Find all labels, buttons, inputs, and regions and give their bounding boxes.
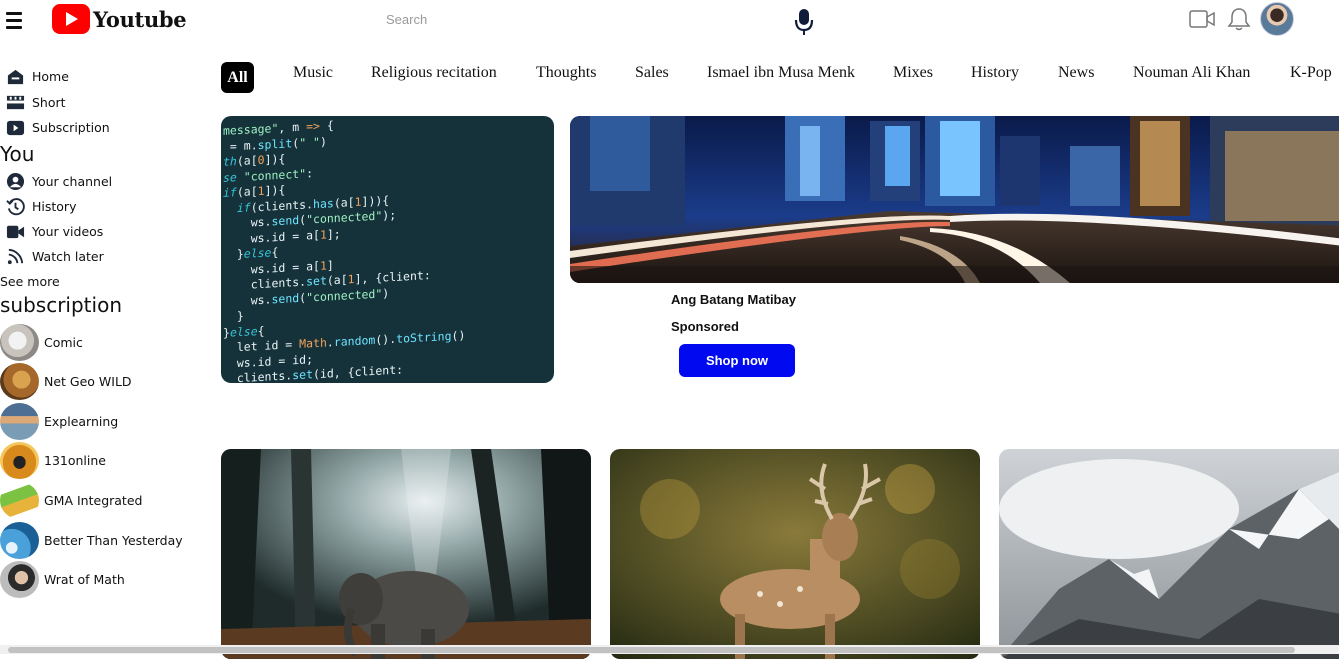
elephant-forest-image: [221, 449, 591, 659]
ad-title: Ang Batang Matibay: [671, 292, 796, 307]
video-thumbnail-mountain[interactable]: [999, 449, 1339, 659]
watch-later-icon: [7, 248, 24, 265]
create-video-icon[interactable]: [1189, 6, 1215, 32]
notifications-bell-icon[interactable]: [1226, 6, 1252, 32]
video-thumbnail-deer[interactable]: [610, 449, 980, 659]
youtube-play-icon: [52, 4, 90, 34]
menu-icon[interactable]: [6, 12, 22, 32]
search-input[interactable]: [380, 6, 792, 32]
channel-avatar: [0, 442, 39, 479]
sidebar-item-label: Subscription: [32, 120, 110, 135]
subscription-item[interactable]: Comic: [0, 324, 83, 361]
subscription-item[interactable]: Explearning: [0, 403, 118, 440]
subscription-item[interactable]: GMA Integrated: [0, 482, 142, 519]
subscription-label: GMA Integrated: [44, 493, 143, 508]
subscription-item[interactable]: Better Than Yesterday: [0, 522, 183, 559]
history-icon: [6, 198, 25, 216]
channel-avatar: [0, 482, 39, 519]
subscription-heading: subscription: [0, 293, 122, 317]
subscription-label: Comic: [44, 335, 83, 350]
sidebar-item-label: History: [32, 199, 77, 214]
home-icon: [7, 69, 24, 85]
microphone-icon[interactable]: [794, 8, 814, 36]
channel-avatar: [0, 561, 39, 598]
chip-mixes[interactable]: Mixes: [893, 64, 933, 82]
sidebar-item-label: Your videos: [32, 224, 104, 239]
channel-avatar: [0, 403, 39, 440]
logo-text: Youtube: [93, 6, 187, 32]
sidebar-item-watch-later[interactable]: Watch later: [6, 247, 104, 266]
deer-image: [610, 449, 980, 659]
sidebar-item-label: Short: [32, 95, 66, 110]
ad-banner-image[interactable]: [570, 116, 1339, 283]
channel-avatar: [0, 522, 39, 559]
sidebar-item-label: Your channel: [32, 174, 113, 189]
subscription-item[interactable]: Wrat of Math: [0, 561, 125, 598]
channel-avatar: [0, 324, 39, 361]
chip-history[interactable]: History: [971, 64, 1019, 82]
scrollbar-thumb[interactable]: [8, 647, 1295, 653]
sidebar-item-label: Watch later: [32, 249, 104, 264]
sidebar-item-subscription[interactable]: Subscription: [6, 118, 110, 137]
you-heading: You: [0, 142, 35, 166]
subscription-label: Better Than Yesterday: [44, 533, 183, 548]
chip-nouman-ali-khan[interactable]: Nouman Ali Khan: [1133, 64, 1250, 82]
chip-sales[interactable]: Sales: [635, 64, 669, 82]
subscription-label: Explearning: [44, 414, 119, 429]
shorts-icon: [6, 95, 25, 110]
sidebar-item-history[interactable]: History: [6, 197, 76, 216]
chip-thoughts[interactable]: Thoughts: [536, 64, 596, 82]
subscription-label: Net Geo WILD: [44, 374, 132, 389]
chip-all[interactable]: All: [221, 62, 254, 93]
subscription-label: Wrat of Math: [44, 572, 125, 587]
video-thumbnail-code[interactable]: message", m => { = m.split(" ") th(a[0])…: [221, 116, 554, 383]
chip-music[interactable]: Music: [293, 64, 333, 82]
subscription-item[interactable]: 131online: [0, 442, 106, 479]
channel-avatar: [0, 363, 39, 400]
subscription-label: 131online: [44, 453, 106, 468]
see-more-link[interactable]: See more: [0, 274, 60, 289]
shop-now-button[interactable]: Shop now: [679, 344, 795, 377]
mountain-image: [999, 449, 1339, 659]
video-camera-icon: [6, 225, 25, 239]
sponsored-label: Sponsored: [671, 319, 739, 334]
sidebar-item-short[interactable]: Short: [6, 93, 66, 112]
chip-religious-recitation[interactable]: Religious recitation: [371, 64, 497, 82]
user-circle-icon: [6, 172, 25, 191]
sidebar-item-your-channel[interactable]: Your channel: [6, 172, 112, 191]
sidebar-item-home[interactable]: Home: [6, 67, 69, 86]
code-image: message", m => { = m.split(" ") th(a[0])…: [223, 118, 466, 383]
chip-ismael-ibn-musa-menk[interactable]: Ismael ibn Musa Menk: [707, 64, 855, 82]
youtube-logo[interactable]: Youtube: [52, 4, 187, 34]
chip-news[interactable]: News: [1058, 64, 1094, 82]
chip-k-pop[interactable]: K-Pop: [1290, 64, 1332, 82]
account-avatar[interactable]: [1260, 2, 1294, 36]
subscription-item[interactable]: Net Geo WILD: [0, 363, 132, 400]
city-night-image: [570, 116, 1339, 283]
sidebar-item-label: Home: [32, 69, 69, 84]
sidebar-item-your-videos[interactable]: Your videos: [6, 222, 103, 241]
subscription-icon: [6, 120, 25, 136]
video-thumbnail-elephant[interactable]: [221, 449, 591, 659]
